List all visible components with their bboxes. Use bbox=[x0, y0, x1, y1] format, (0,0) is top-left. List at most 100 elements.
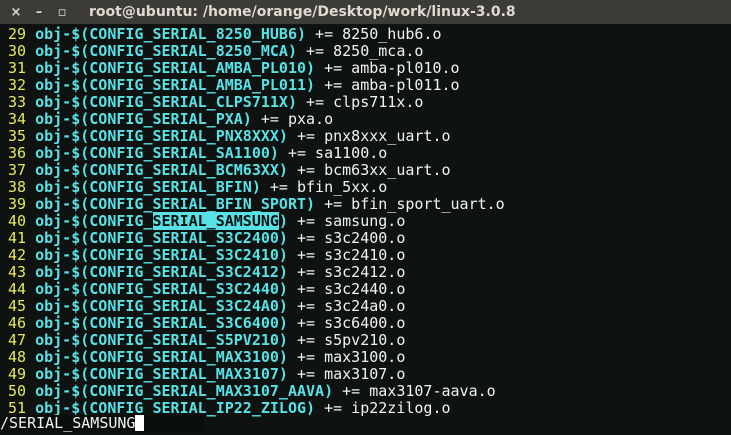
line-number: 32 bbox=[8, 76, 27, 94]
editor-line: 36 obj-$(CONFIG_SERIAL_SA1100) += sa1100… bbox=[0, 145, 731, 162]
editor-line: 41 obj-$(CONFIG_SERIAL_S3C2400) += s3c24… bbox=[0, 230, 731, 247]
code-text: obj-$(CONFIG_SERIAL_S3C2410) bbox=[35, 246, 288, 264]
line-number: 42 bbox=[8, 246, 27, 264]
editor-line: 46 obj-$(CONFIG_SERIAL_S3C6400) += s3c64… bbox=[0, 315, 731, 332]
line-number: 46 bbox=[8, 314, 27, 332]
line-number: 36 bbox=[8, 144, 27, 162]
assignment-text: += sa1100.o bbox=[278, 144, 388, 162]
editor-line: 50 obj-$(CONFIG_SERIAL_MAX3107_AAVA) += … bbox=[0, 383, 731, 400]
code-text: obj-$(CONFIG_ bbox=[35, 212, 153, 230]
assignment-text: += s3c24a0.o bbox=[287, 297, 406, 315]
code-text: obj-$(CONFIG_SERIAL_S3C6400) bbox=[35, 314, 288, 332]
command-line[interactable]: /SERIAL_SAMSUNG bbox=[0, 414, 205, 432]
line-number: 38 bbox=[8, 178, 27, 196]
code-text: obj-$(CONFIG_SERIAL_BCM63XX) bbox=[35, 161, 288, 179]
assignment-text: += max3100.o bbox=[287, 348, 406, 366]
assignment-text: += max3107-aava.o bbox=[333, 382, 496, 400]
line-number: 47 bbox=[8, 331, 27, 349]
assignment-text: += 8250_hub6.o bbox=[306, 25, 442, 43]
editor-line: 31 obj-$(CONFIG_SERIAL_AMBA_PL010) += am… bbox=[0, 60, 731, 77]
editor-line: 30 obj-$(CONFIG_SERIAL_8250_MCA) += 8250… bbox=[0, 43, 731, 60]
assignment-text: += max3107.o bbox=[287, 365, 406, 383]
code-text: obj-$(CONFIG_SERIAL_S3C2400) bbox=[35, 229, 288, 247]
line-number: 45 bbox=[8, 297, 27, 315]
assignment-text: += s5pv210.o bbox=[287, 331, 406, 349]
editor-line: 45 obj-$(CONFIG_SERIAL_S3C24A0) += s3c24… bbox=[0, 298, 731, 315]
editor-line: 47 obj-$(CONFIG_SERIAL_S5PV210) += s5pv2… bbox=[0, 332, 731, 349]
assignment-text: += s3c6400.o bbox=[287, 314, 406, 332]
search-command: /SERIAL_SAMSUNG bbox=[0, 414, 136, 432]
editor-line: 43 obj-$(CONFIG_SERIAL_S3C2412) += s3c24… bbox=[0, 264, 731, 281]
editor-lines: 29 obj-$(CONFIG_SERIAL_8250_HUB6) += 825… bbox=[0, 25, 731, 417]
code-text: ) bbox=[278, 212, 288, 230]
code-text: obj-$(CONFIG_SERIAL_MAX3107_AAVA) bbox=[35, 382, 334, 400]
editor-line: 44 obj-$(CONFIG_SERIAL_S3C2440) += s3c24… bbox=[0, 281, 731, 298]
code-text: obj-$(CONFIG_SERIAL_SA1100) bbox=[35, 144, 279, 162]
code-text: obj-$(CONFIG_SERIAL_S5PV210) bbox=[35, 331, 288, 349]
code-text: obj-$(CONFIG_SERIAL_AMBA_PL011) bbox=[35, 76, 316, 94]
line-number: 30 bbox=[8, 42, 27, 60]
code-text: obj-$(CONFIG_SERIAL_MAX3107) bbox=[35, 365, 288, 383]
editor-line: 40 obj-$(CONFIG_SERIAL_SAMSUNG) += samsu… bbox=[0, 212, 731, 230]
line-number: 43 bbox=[8, 263, 27, 281]
line-number: 39 bbox=[8, 195, 27, 213]
search-match-highlight: SERIAL_SAMSUNG bbox=[152, 212, 279, 230]
assignment-text: += clps711x.o bbox=[297, 93, 424, 111]
assignment-text: += samsung.o bbox=[287, 212, 406, 230]
code-text: obj-$(CONFIG_SERIAL_MAX3100) bbox=[35, 348, 288, 366]
editor-line: 49 obj-$(CONFIG_SERIAL_MAX3107) += max31… bbox=[0, 366, 731, 383]
code-text: obj-$(CONFIG_SERIAL_BFIN_SPORT) bbox=[35, 195, 316, 213]
line-number: 40 bbox=[8, 212, 27, 230]
assignment-text: += ip22zilog.o bbox=[315, 399, 451, 417]
line-number: 41 bbox=[8, 229, 27, 247]
editor-line: 32 obj-$(CONFIG_SERIAL_AMBA_PL011) += am… bbox=[0, 77, 731, 94]
line-number: 35 bbox=[8, 127, 27, 145]
assignment-text: += bcm63xx_uart.o bbox=[287, 161, 451, 179]
line-number: 37 bbox=[8, 161, 27, 179]
editor-line: 38 obj-$(CONFIG_SERIAL_BFIN) += bfin_5xx… bbox=[0, 179, 731, 196]
code-text: obj-$(CONFIG_SERIAL_S3C2412) bbox=[35, 263, 288, 281]
code-text: obj-$(CONFIG_SERIAL_AMBA_PL010) bbox=[35, 59, 316, 77]
close-icon[interactable]: × bbox=[9, 5, 23, 20]
code-text: obj-$(CONFIG_SERIAL_S3C24A0) bbox=[35, 297, 288, 315]
editor-line: 34 obj-$(CONFIG_SERIAL_PXA) += pxa.o bbox=[0, 111, 731, 128]
line-number: 34 bbox=[8, 110, 27, 128]
terminal-area[interactable]: 29 obj-$(CONFIG_SERIAL_8250_HUB6) += 825… bbox=[0, 25, 731, 435]
assignment-text: += pnx8xxx_uart.o bbox=[287, 127, 451, 145]
maximize-icon[interactable]: ▫ bbox=[55, 5, 69, 20]
code-text: obj-$(CONFIG_SERIAL_PNX8XXX) bbox=[35, 127, 288, 145]
code-text: obj-$(CONFIG_SERIAL_BFIN) bbox=[35, 178, 261, 196]
assignment-text: += bfin_5xx.o bbox=[260, 178, 388, 196]
editor-line: 42 obj-$(CONFIG_SERIAL_S3C2410) += s3c24… bbox=[0, 247, 731, 264]
code-text: obj-$(CONFIG_SERIAL_PXA) bbox=[35, 110, 252, 128]
line-number: 44 bbox=[8, 280, 27, 298]
code-text: obj-$(CONFIG_SERIAL_CLPS711X) bbox=[35, 93, 297, 111]
code-text: obj-$(CONFIG_SERIAL_S3C2440) bbox=[35, 280, 288, 298]
editor-line: 33 obj-$(CONFIG_SERIAL_CLPS711X) += clps… bbox=[0, 94, 731, 111]
editor-line: 35 obj-$(CONFIG_SERIAL_PNX8XXX) += pnx8x… bbox=[0, 128, 731, 145]
editor-line: 29 obj-$(CONFIG_SERIAL_8250_HUB6) += 825… bbox=[0, 26, 731, 43]
assignment-text: += s3c2400.o bbox=[287, 229, 406, 247]
title-bar: × – ▫ root@ubuntu: /home/orange/Desktop/… bbox=[0, 0, 731, 24]
line-number: 48 bbox=[8, 348, 27, 366]
assignment-text: += bfin_sport_uart.o bbox=[315, 195, 505, 213]
minimize-icon[interactable]: – bbox=[32, 5, 46, 20]
assignment-text: += 8250_mca.o bbox=[297, 42, 424, 60]
line-number: 33 bbox=[8, 93, 27, 111]
assignment-text: += amba-pl010.o bbox=[315, 59, 460, 77]
assignment-text: += amba-pl011.o bbox=[315, 76, 460, 94]
line-number: 49 bbox=[8, 365, 27, 383]
editor-line: 48 obj-$(CONFIG_SERIAL_MAX3100) += max31… bbox=[0, 349, 731, 366]
line-number: 31 bbox=[8, 59, 27, 77]
line-number: 50 bbox=[8, 382, 27, 400]
assignment-text: += s3c2412.o bbox=[287, 263, 406, 281]
cursor bbox=[135, 415, 145, 431]
assignment-text: += s3c2410.o bbox=[287, 246, 406, 264]
code-text: obj-$(CONFIG_SERIAL_8250_HUB6) bbox=[35, 25, 307, 43]
line-number: 29 bbox=[8, 25, 27, 43]
assignment-text: += s3c2440.o bbox=[287, 280, 406, 298]
editor-line: 37 obj-$(CONFIG_SERIAL_BCM63XX) += bcm63… bbox=[0, 162, 731, 179]
editor-line: 39 obj-$(CONFIG_SERIAL_BFIN_SPORT) += bf… bbox=[0, 196, 731, 213]
code-text: obj-$(CONFIG_SERIAL_8250_MCA) bbox=[35, 42, 297, 60]
window-title: root@ubuntu: /home/orange/Desktop/work/l… bbox=[89, 4, 516, 20]
